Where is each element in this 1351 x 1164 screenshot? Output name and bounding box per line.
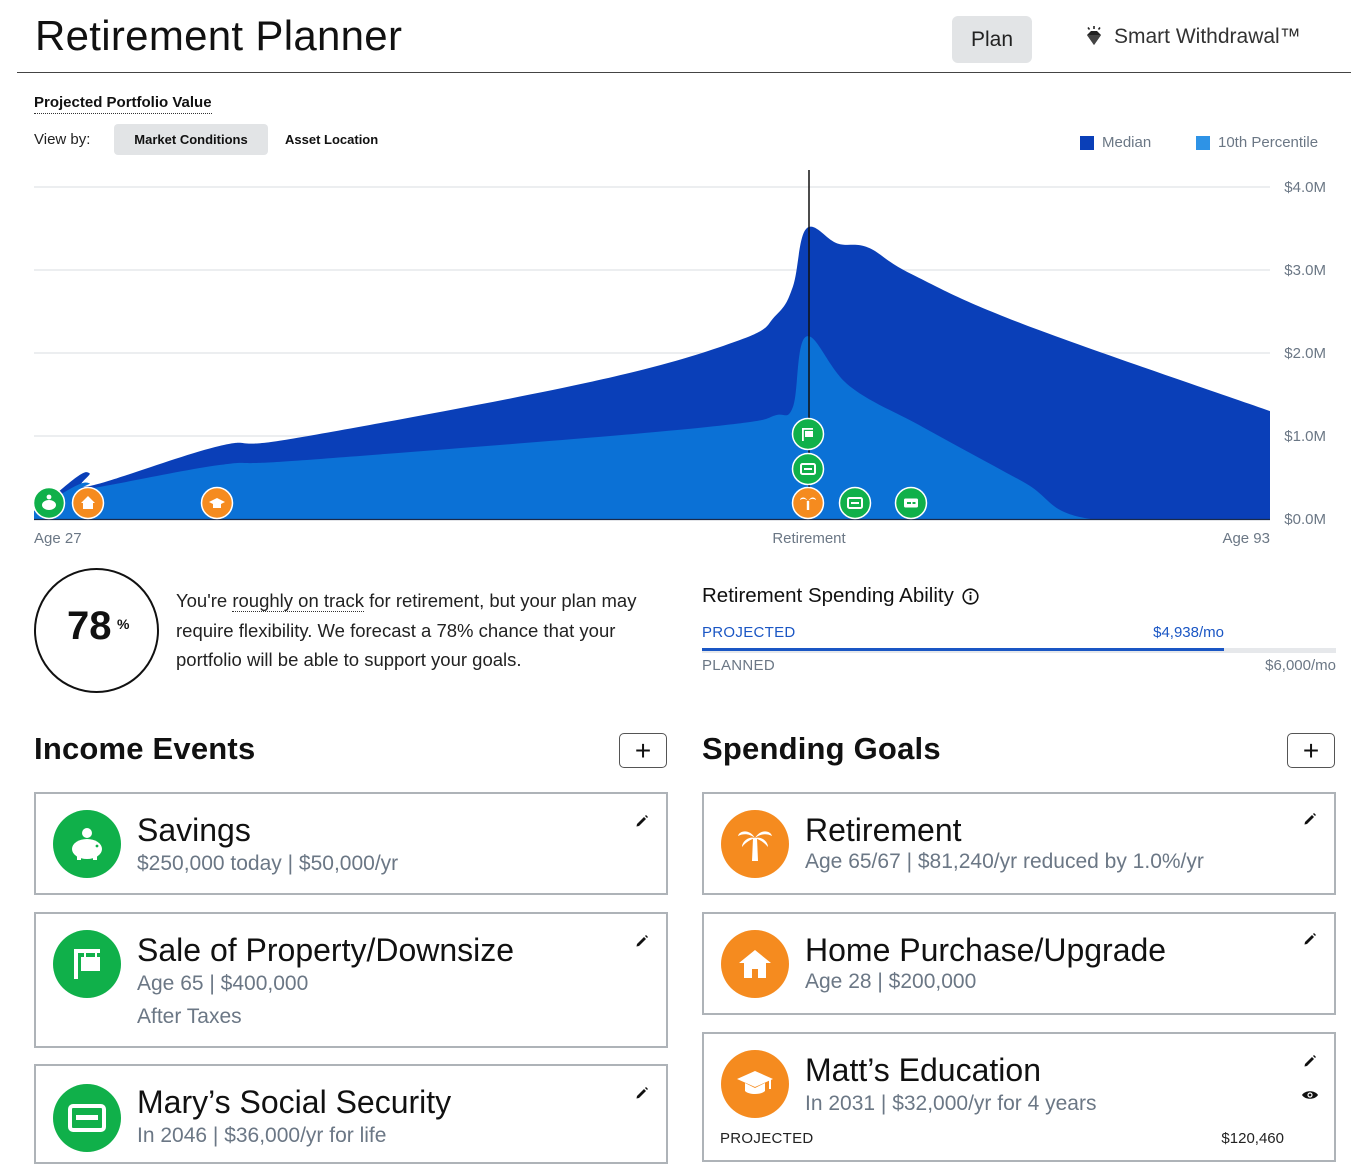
projected-label: PROJECTED [702, 624, 796, 641]
info-icon[interactable] [962, 587, 979, 605]
graduation-cap-icon [721, 1050, 789, 1118]
spending-ability-title: Retirement Spending Ability [702, 584, 979, 608]
roughly-on-track-tooltip[interactable]: roughly on track [232, 590, 364, 612]
chart-marker-savings[interactable] [32, 486, 66, 520]
spending-progress-fill [702, 648, 1224, 651]
header-divider [17, 72, 1351, 73]
legend-label-median: Median [1102, 134, 1152, 151]
pencil-icon[interactable] [1303, 1054, 1317, 1068]
chart-marker-home[interactable] [71, 486, 105, 520]
income-card-title: Mary’s Social Security [137, 1084, 452, 1120]
chart-marker-pension[interactable] [894, 486, 928, 520]
planned-value: $6,000/mo [1265, 657, 1336, 674]
legend-label-10th-percentile: 10th Percentile [1218, 134, 1319, 151]
palm-tree-icon [721, 810, 789, 878]
chart-marker-social-security-2[interactable] [838, 486, 872, 520]
tab-market-conditions[interactable]: Market Conditions [114, 124, 268, 155]
for-sale-sign-icon [53, 930, 121, 998]
y-tick-label: $0.0M [1284, 511, 1326, 528]
app-title: Retirement Planner [35, 12, 403, 59]
x-label-start: Age 27 [34, 530, 82, 547]
goal-card-retirement[interactable]: Retirement Age 65/67 | $81,240/yr reduce… [702, 792, 1336, 895]
income-card-subtitle: $250,000 today | $50,000/yr [137, 852, 399, 875]
eye-icon[interactable] [1301, 1089, 1319, 1101]
goal-card-subtitle: Age 28 | $200,000 [805, 970, 977, 993]
goal-card-title: Retirement [805, 812, 962, 848]
plan-button[interactable]: Plan [952, 16, 1032, 63]
chart-marker-social-security-1[interactable] [791, 452, 825, 486]
chart-title[interactable]: Projected Portfolio Value [34, 94, 212, 114]
smart-withdrawal-button[interactable]: Smart Withdrawal™ [1083, 25, 1301, 49]
pencil-icon[interactable] [635, 934, 649, 948]
income-card-note: After Taxes [137, 1005, 242, 1028]
goal-card-home-purchase[interactable]: Home Purchase/Upgrade Age 28 | $200,000 [702, 912, 1336, 1015]
income-card-social-security[interactable]: Mary’s Social Security In 2046 | $36,000… [34, 1064, 668, 1164]
pencil-icon[interactable] [1303, 932, 1317, 946]
view-by-label: View by: [34, 131, 91, 148]
spending-ability-title-text: Retirement Spending Ability [702, 584, 954, 607]
y-tick-label: $3.0M [1284, 262, 1326, 279]
planned-label: PLANNED [702, 657, 775, 674]
x-label-end: Age 93 [1222, 530, 1270, 547]
add-spending-goal-button[interactable]: + [1287, 733, 1335, 768]
success-score-value: 78 [67, 604, 112, 648]
tab-asset-location[interactable]: Asset Location [278, 124, 385, 155]
goal-card-title: Home Purchase/Upgrade [805, 932, 1167, 968]
smart-withdrawal-label: Smart Withdrawal™ [1114, 25, 1301, 48]
goal-card-subtitle: Age 65/67 | $81,240/yr reduced by 1.0%/y… [805, 850, 1204, 873]
income-card-subtitle: Age 65 | $400,000 [137, 972, 309, 995]
income-card-savings[interactable]: Savings $250,000 today | $50,000/yr [34, 792, 668, 895]
income-events-title: Income Events [34, 731, 256, 766]
income-card-subtitle: In 2046 | $36,000/yr for life [137, 1124, 387, 1147]
legend-10th-percentile: 10th Percentile [1196, 134, 1318, 151]
piggy-bank-icon [53, 810, 121, 878]
pencil-icon[interactable] [1303, 812, 1317, 826]
diamond-icon [1087, 26, 1101, 45]
score-text-before: You're [176, 590, 233, 611]
goal-projected-value: $120,460 [1221, 1130, 1284, 1147]
projected-value: $4,938/mo [1153, 624, 1224, 641]
pencil-icon[interactable] [635, 1086, 649, 1100]
chart-marker-retirement[interactable] [791, 486, 825, 520]
income-card-title: Sale of Property/Downsize [137, 932, 515, 968]
income-card-title: Savings [137, 812, 251, 848]
success-score-description: You're roughly on track for retirement, … [176, 586, 666, 675]
legend-median: Median [1080, 134, 1151, 151]
id-card-icon [53, 1084, 121, 1152]
legend-swatch-10th-percentile [1196, 135, 1210, 150]
goal-card-title: Matt’s Education [805, 1052, 1041, 1088]
goal-card-subtitle: In 2031 | $32,000/yr for 4 years [805, 1092, 1097, 1115]
income-card-property-sale[interactable]: Sale of Property/Downsize Age 65 | $400,… [34, 912, 668, 1048]
pencil-icon[interactable] [635, 814, 649, 828]
spending-goals-title: Spending Goals [702, 731, 941, 766]
y-tick-label: $1.0M [1284, 428, 1326, 445]
y-tick-label: $2.0M [1284, 345, 1326, 362]
x-label-retirement: Retirement [772, 530, 846, 547]
chart-marker-education[interactable] [200, 486, 234, 520]
goal-card-education[interactable]: Matt’s Education In 2031 | $32,000/yr fo… [702, 1032, 1336, 1162]
success-score-percent-sign: % [117, 616, 130, 632]
chart-marker-property-sale[interactable] [791, 417, 825, 451]
house-icon [721, 930, 789, 998]
add-income-event-button[interactable]: + [619, 733, 667, 768]
portfolio-chart[interactable]: $4.0M $3.0M $2.0M $1.0M $0.0M Age 27 Retirem… [0, 160, 1351, 555]
y-tick-label: $4.0M [1284, 179, 1326, 196]
y-axis-ticks: $4.0M $3.0M $2.0M $1.0M $0.0M [1284, 179, 1326, 528]
legend-swatch-median [1080, 135, 1094, 150]
goal-projected-label: PROJECTED [720, 1130, 814, 1147]
